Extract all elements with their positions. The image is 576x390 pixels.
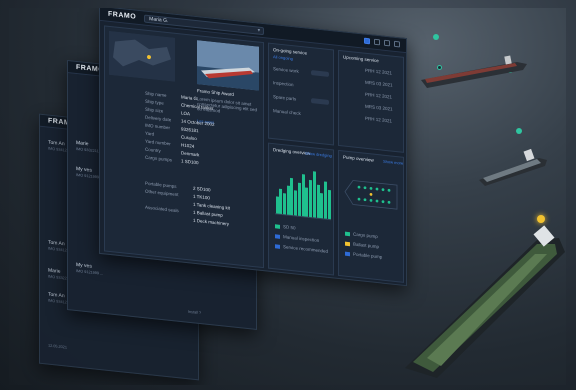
chart-bar	[324, 180, 328, 219]
legend-label: Portable pump	[353, 251, 383, 260]
upcoming-row[interactable]: PRH 12 2021	[365, 92, 392, 100]
legend-swatch	[345, 251, 350, 257]
field-value: 9326181	[181, 126, 199, 134]
ongoing-row[interactable]: Inspection	[273, 80, 294, 87]
toolbar-icons	[364, 37, 400, 48]
chart-bar	[327, 189, 331, 220]
field-value: Maria G.	[181, 94, 199, 102]
ongoing-row[interactable]: Service work	[273, 66, 299, 74]
upcoming-row[interactable]: PRH 12 2021	[365, 68, 392, 76]
chevron-down-icon[interactable]: ▾	[258, 27, 261, 34]
tanker-ship-foreground	[405, 225, 565, 378]
chart-bar	[320, 193, 324, 219]
pump-value: 1 TK100	[193, 193, 210, 201]
photo-frame: FRAMO Tom An IMO 9341234 ... Tom An IMO …	[9, 8, 566, 385]
list-item-sub: IMO 9121999 ...	[76, 268, 104, 276]
panel-link[interactable]: Show dredging	[305, 150, 332, 158]
chart-bar	[312, 171, 316, 218]
legend-swatch	[275, 244, 280, 249]
panel-title: Pump overview	[343, 154, 374, 163]
ongoing-service-panel: On-going service All ongoing Service wor…	[268, 42, 334, 146]
footer-label: Install ?	[188, 309, 202, 316]
legend-label: Cargo pump	[353, 231, 378, 240]
field-value: H1024	[181, 142, 195, 149]
legend-label: SD 50	[283, 224, 296, 231]
field-value: Curaloo	[181, 134, 197, 142]
upcoming-row[interactable]: MRS 03 2021	[365, 80, 393, 88]
legend-label: Manual inspection	[283, 234, 320, 243]
list-icon[interactable]	[374, 38, 380, 46]
dredging-bar-chart	[275, 164, 331, 221]
chart-bar	[297, 182, 301, 217]
upcoming-service-panel: Upcoming service PRH 12 2021 MRS 03 2021…	[338, 49, 404, 153]
legend-label: Ballast pump	[353, 241, 380, 250]
legend-swatch	[275, 224, 280, 229]
pump-layout-diagram	[344, 180, 398, 210]
user-icon[interactable]	[394, 40, 400, 48]
field-label: Country	[145, 146, 161, 154]
pump-label: Other equipment	[145, 188, 179, 198]
chart-bar	[282, 193, 286, 215]
chart-bar	[279, 188, 283, 215]
legend-label: Service recommended	[283, 244, 329, 254]
upcoming-row[interactable]: MRS 03 2021	[365, 104, 393, 112]
status-pill	[311, 98, 329, 105]
bell-icon[interactable]	[384, 39, 390, 47]
legend-swatch	[345, 241, 350, 247]
ongoing-row[interactable]: Manual check	[273, 108, 301, 116]
chart-bar	[301, 174, 305, 217]
main-dashboard-screen: FRAMO Maria G. ▾ Framo Ship Award Lorem …	[99, 8, 407, 287]
pump-label: Associated seals	[145, 204, 179, 214]
framo-logo: FRAMO	[108, 10, 137, 21]
search-value: Maria G.	[149, 15, 169, 24]
chart-bar	[305, 187, 309, 217]
field-value: 1 SD100	[181, 158, 199, 166]
ship-photo	[197, 40, 259, 91]
chart-bar	[290, 177, 294, 216]
panel-title: Upcoming service	[343, 54, 379, 64]
scene-background: FRAMO Tom An IMO 9341234 ... Tom An IMO …	[0, 0, 576, 390]
pump-overview-panel: Pump overview Show more Cargo pump Balla…	[338, 149, 404, 283]
panel-link[interactable]: Show more	[383, 159, 403, 166]
news-title: Framo Ship Award	[197, 88, 234, 97]
chart-bar	[286, 185, 290, 215]
grid-icon[interactable]	[364, 37, 370, 45]
marker-dot-teal	[433, 34, 439, 40]
tanker-ship-distant	[421, 55, 527, 88]
tanker-ship-mid	[479, 148, 547, 186]
ongoing-row[interactable]: Spare parts	[273, 94, 296, 101]
pump-value: 1 Tank cleaning kit	[193, 201, 230, 211]
field-value: Denmark	[181, 150, 200, 158]
field-label: Cargo pumps	[145, 154, 173, 163]
pump-value: 1 Ballast pump	[193, 209, 223, 218]
pump-value: 2 SD100	[193, 185, 211, 193]
pump-label: Portable pumps	[145, 180, 177, 189]
pump-value: 1 Deck machinery	[193, 217, 230, 227]
vessel-info-panel: Framo Ship Award Lorem ipsum dolor sit a…	[104, 25, 264, 269]
field-label: IMO number	[145, 122, 171, 131]
field-label: Ship size	[145, 106, 164, 114]
chart-bar	[316, 184, 320, 218]
status-pill	[311, 70, 329, 77]
field-label: Ship type	[145, 98, 164, 106]
field-label: Ship name	[145, 90, 167, 98]
date-label: 12.05.2021	[48, 343, 68, 350]
field-label: Delivery date	[145, 114, 172, 123]
panel-link[interactable]: All ongoing	[273, 54, 293, 61]
upcoming-row[interactable]: PRH 12 2021	[365, 116, 392, 124]
field-label: Yard number	[145, 138, 171, 147]
legend-swatch	[275, 234, 280, 239]
field-value: LOA	[181, 110, 191, 117]
map-thumbnail	[109, 30, 175, 82]
chart-bar	[309, 179, 313, 218]
field-label: Yard	[145, 130, 155, 137]
legend-swatch	[345, 231, 350, 237]
dredging-overview-panel: Dredging overview Show dredging SD 50 Ma…	[268, 142, 334, 276]
marker-dot-teal	[516, 128, 522, 134]
chart-bar	[294, 190, 298, 216]
chart-bar	[275, 196, 279, 214]
